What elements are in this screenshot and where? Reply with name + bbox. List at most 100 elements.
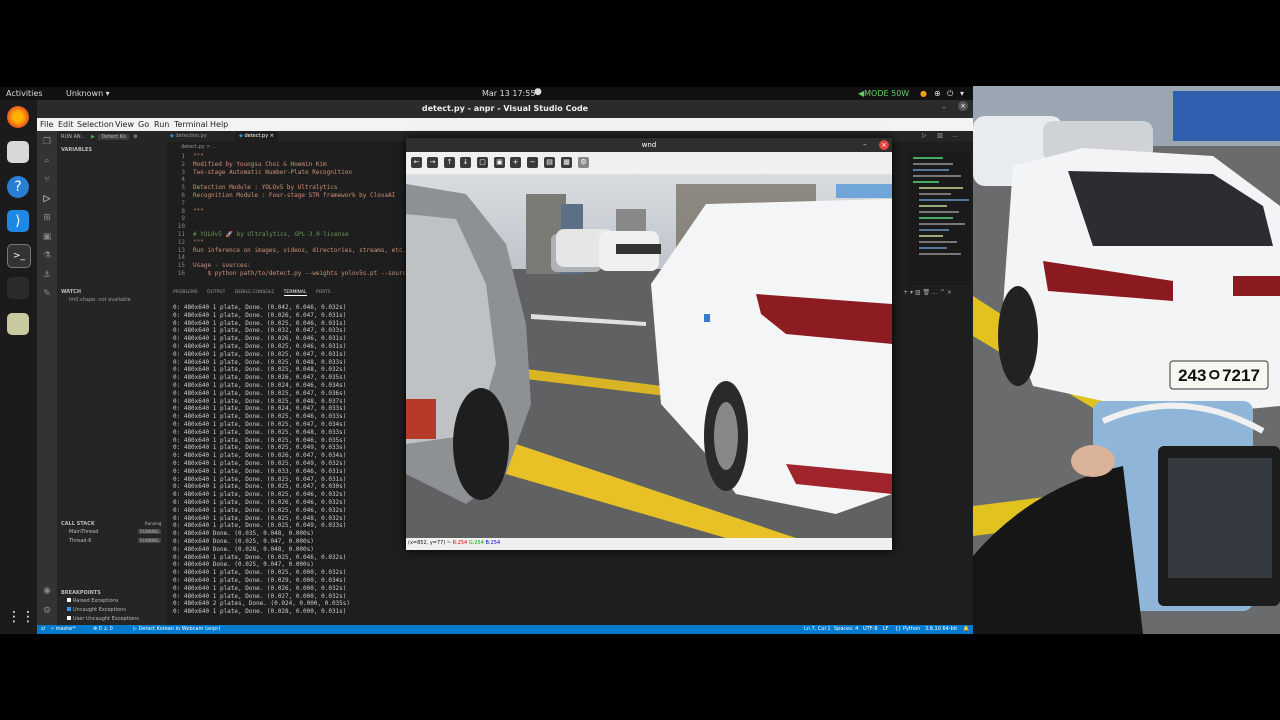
code-line[interactable]: 9 [167,215,193,222]
split-terminal-icon[interactable]: ▥ [915,289,921,296]
more-actions-icon[interactable]: … [952,132,958,139]
code-line[interactable]: 7 [167,200,193,207]
debug-session[interactable]: ▷ Detect Korean in Webcam (anpr) [133,626,220,632]
code-line[interactable]: 5 Detection Module : YOLOv5 by Ultralytic… [167,184,337,191]
minimize-icon[interactable]: – [942,103,946,112]
run-file-icon[interactable]: ▷ [922,132,927,139]
code-line[interactable]: 12 """ [167,239,204,246]
problems-count[interactable]: ⊗ 0 ⚠ 0 [93,626,113,632]
encoding[interactable]: UTF-8 [863,626,878,632]
menu-view[interactable]: View [115,120,134,129]
menu-terminal[interactable]: Terminal [174,120,208,129]
menu-help[interactable]: Help [210,120,228,129]
play-icon[interactable]: ▶ [91,134,95,140]
breakpoint-item[interactable]: User Uncaught Exceptions [67,616,139,622]
tab-debug-console[interactable]: DEBUG CONSOLE [235,290,274,295]
files-icon[interactable] [7,141,29,163]
code-line[interactable]: 1 """ [167,153,203,160]
gear-icon[interactable]: ⚙ [133,134,137,140]
close-window-icon[interactable]: × [879,140,889,150]
close-tab-icon[interactable]: × [270,133,274,139]
maximize-panel-icon[interactable]: ^ [940,289,945,296]
more-actions-icon[interactable]: … [932,289,938,296]
tab-output[interactable]: OUTPUT [207,290,225,295]
menu-edit[interactable]: Edit [58,120,74,129]
save-image-icon[interactable]: ▤ [544,157,555,168]
breakpoint-item[interactable]: Uncaught Exceptions [67,607,126,613]
watch-item[interactable]: im0.shape: not available [69,297,131,303]
editor-tab-active[interactable]: ◆ detect.py × [235,131,278,142]
close-panel-icon[interactable]: × [947,289,952,296]
terminal-output[interactable]: 0: 480x640 1 plate, Done. (0.042, 0.046,… [173,304,407,624]
language-mode[interactable]: {} Python [895,626,920,632]
trash-icon[interactable]: 🗑 [922,289,930,296]
checkbox[interactable] [67,616,71,620]
source-control-icon[interactable]: ⑂ [41,175,53,187]
code-line[interactable]: 16 $ python path/to/detect.py --weights … [167,270,407,277]
variables-header[interactable]: VARIABLES [61,147,92,153]
power-icon[interactable]: ⏻ [947,89,953,99]
app-window-icon[interactable] [7,277,29,299]
code-line[interactable]: 4 [167,176,193,183]
watch-header[interactable]: WATCH [61,289,81,295]
account-icon[interactable]: ◉ [41,586,53,598]
thread-row[interactable]: Thread-6 RUNNING [69,538,161,544]
zoom-in-icon[interactable]: + [510,157,521,168]
line-ending[interactable]: LF [883,626,889,632]
docker-icon[interactable]: ⚓ [41,270,53,282]
call-stack-header[interactable]: CALL STACK [61,521,95,527]
show-apps-grid-icon[interactable]: ⋮⋮⋮ [7,606,49,628]
menu-file[interactable]: File [40,120,53,129]
breakpoint-item[interactable]: Raised Exceptions [67,598,118,604]
power-mode-indicator[interactable]: ◀MODE 50W [858,89,909,98]
pan-left-icon[interactable]: ← [411,157,422,168]
cursor-position[interactable]: Ln 7, Col 1 [804,626,831,632]
puzzle-icon[interactable]: ✎ [41,289,53,301]
menu-selection[interactable]: Selection [77,120,114,129]
pan-up-icon[interactable]: ↑ [444,157,455,168]
zoom-original-icon[interactable]: ▢ [477,157,488,168]
checkbox[interactable] [67,598,71,602]
tab-terminal[interactable]: TERMINAL [283,290,307,296]
code-line[interactable]: 8 """ [167,208,203,215]
tab-problems[interactable]: PROBLEMS [173,290,198,295]
python-interpreter[interactable]: 3.8.10 64-bit [925,626,957,632]
terminal-icon[interactable]: >_ [7,244,31,268]
launch-config-select[interactable]: Detect Ko [98,134,129,140]
breakpoints-header[interactable]: BREAKPOINTS [61,590,101,596]
run-debug-icon[interactable]: ▷ [41,194,53,206]
remote-icon[interactable]: ▣ [41,232,53,244]
tab-ports[interactable]: PORTS [316,290,331,295]
sd-card-icon[interactable] [7,313,29,335]
extensions-icon[interactable]: ⊞ [41,213,53,225]
copy-icon[interactable]: ▦ [561,157,572,168]
split-editor-icon[interactable]: ▥ [937,132,943,139]
checkbox[interactable] [67,607,71,611]
branch-indicator[interactable]: ⑂ master* [51,626,76,632]
code-line[interactable]: 6 Recognition Module : Four-stage STR fra… [167,192,395,199]
clock[interactable]: Mar 13 17:55 [482,89,535,98]
help-icon[interactable]: ? [7,176,29,198]
firefox-icon[interactable] [7,106,29,128]
code-editor[interactable]: 1 """ 2 Modified by Youngsu Choi & Hoemin K… [167,153,407,283]
zoom-out-icon[interactable]: − [527,157,538,168]
code-line[interactable]: 11 # YOLOv5 🚀 by Ultralytics, GPL-3.0 lic… [167,231,349,238]
editor-tab[interactable]: ◆ detection.py [170,133,207,139]
pan-down-icon[interactable]: ↓ [460,157,471,168]
add-terminal-icon[interactable]: + [903,289,908,296]
chevron-down-icon[interactable]: ▾ [910,289,913,296]
minimize-icon[interactable]: – [863,140,867,149]
close-window-icon[interactable]: × [958,101,968,111]
vscode-icon[interactable]: ⟩ [7,210,29,232]
breadcrumb[interactable]: detect.py > ... [181,144,217,150]
code-line[interactable]: 10 [167,223,193,230]
code-line[interactable]: 15 Usage - sources: [167,262,251,269]
pan-right-icon[interactable]: → [427,157,438,168]
code-line[interactable]: 3 Two-stage Automatic Number-Plate Recogn… [167,169,352,176]
search-icon[interactable]: ⌕ [41,156,53,168]
app-menu[interactable]: Unknown ▾ [66,89,110,98]
chevron-down-icon[interactable]: ▾ [960,89,964,98]
minimap[interactable] [909,153,971,285]
network-icon[interactable]: ⊕ [934,89,941,98]
indentation[interactable]: Spaces: 4 [834,626,858,632]
